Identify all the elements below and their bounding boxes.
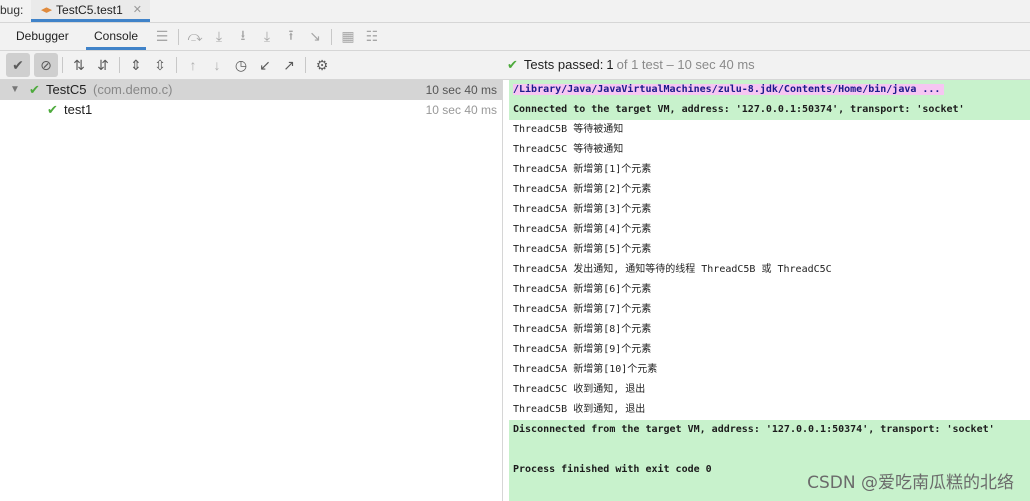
console-blank-line xyxy=(509,440,1030,460)
console-line: ThreadC5C 收到通知, 退出 xyxy=(513,384,646,395)
test-status: ✔ Tests passed: 1 of 1 test – 10 sec 40 … xyxy=(507,51,755,79)
test-runner-toolbar: ✔ ⊘ ⇅ ⇵ ⇕ ⇳ ↑ ↓ ◷ ↙ ↗ ⚙ ✔ Tests passed: … xyxy=(0,51,1030,80)
export-tests-icon[interactable]: ↗ xyxy=(277,53,301,77)
console-line: ThreadC5A 新增第[10]个元素 xyxy=(513,364,658,375)
check-icon: ✔ xyxy=(47,102,58,117)
console-line: ThreadC5A 新增第[8]个元素 xyxy=(513,324,652,335)
status-prefix: Tests passed: xyxy=(523,57,604,72)
trace-icon[interactable]: ☷ xyxy=(360,25,384,49)
console-line: ThreadC5A 新增第[1]个元素 xyxy=(513,164,652,175)
console-connected-line: Connected to the target VM, address: '12… xyxy=(509,100,1030,120)
console-command-line[interactable]: /Library/Java/JavaVirtualMachines/zulu-8… xyxy=(509,80,1030,100)
console-line: ThreadC5C 等待被通知 xyxy=(513,144,624,155)
check-icon: ✔ xyxy=(29,82,40,97)
run-tab-label: TestC5.test1 xyxy=(56,2,123,17)
force-step-into-icon[interactable]: ⤓ xyxy=(255,25,279,49)
console-disconnected-line: Disconnected from the target VM, address… xyxy=(509,420,1030,440)
evaluate-expression-icon[interactable]: ▦ xyxy=(336,25,360,49)
tree-row-testc5[interactable]: ▼ ✔ TestC5 (com.demo.c) 10 sec 40 ms xyxy=(0,80,502,100)
sort-by-duration-icon[interactable]: ⇵ xyxy=(91,53,115,77)
console-line: ThreadC5B 等待被通知 xyxy=(513,124,624,135)
import-tests-icon[interactable]: ↙ xyxy=(253,53,277,77)
console-line: ThreadC5B 收到通知, 退出 xyxy=(513,404,646,415)
console-line: ThreadC5A 新增第[5]个元素 xyxy=(513,244,652,255)
console-line: ThreadC5A 新增第[2]个元素 xyxy=(513,184,652,195)
show-passed-icon[interactable]: ✔ xyxy=(6,53,30,77)
toolbar-separator xyxy=(178,28,179,45)
tree-item-label: TestC5 xyxy=(46,82,87,97)
toolbar-separator xyxy=(62,57,63,73)
console-line: ThreadC5A 新增第[3]个元素 xyxy=(513,204,652,215)
test-run-icon: ◂▸ xyxy=(41,4,53,16)
sort-alphabetically-icon[interactable]: ⇅ xyxy=(67,53,91,77)
step-out-icon[interactable]: ⭱ xyxy=(279,25,303,49)
watermark: CSDN @爱吃南瓜糕的北络 xyxy=(807,473,1014,493)
console-line: ThreadC5A 新增第[9]个元素 xyxy=(513,344,652,355)
next-failed-icon[interactable]: ↓ xyxy=(205,53,229,77)
console-line: ThreadC5A 新增第[6]个元素 xyxy=(513,284,652,295)
show-ignored-icon[interactable]: ⊘ xyxy=(34,53,58,77)
duration: 10 sec 40 ms xyxy=(425,83,497,97)
run-to-cursor-icon[interactable]: ↘ xyxy=(303,25,327,49)
console-line: ThreadC5A 发出通知, 通知等待的线程 ThreadC5B 或 Thre… xyxy=(513,264,832,275)
tree-item-package: (com.demo.c) xyxy=(93,82,173,97)
expand-all-icon[interactable]: ⇕ xyxy=(124,53,148,77)
chevron-down-icon[interactable]: ▼ xyxy=(10,80,20,100)
status-rest: of 1 test – 10 sec 40 ms xyxy=(616,57,755,72)
step-over-icon[interactable]: ⤓ xyxy=(207,25,231,49)
collapse-all-icon[interactable]: ⇳ xyxy=(148,53,172,77)
debug-tool-label: bug: xyxy=(0,3,24,17)
toolbar-separator xyxy=(305,57,306,73)
console-line: ThreadC5A 新增第[7]个元素 xyxy=(513,304,652,315)
tab-debugger[interactable]: Debugger xyxy=(16,23,69,50)
toolbar-separator xyxy=(331,28,332,45)
run-tabbar: bug: ◂▸ TestC5.test1 ✕ xyxy=(0,0,1030,23)
toolbar-separator xyxy=(176,57,177,73)
console-output[interactable]: /Library/Java/JavaVirtualMachines/zulu-8… xyxy=(509,80,1030,501)
test-tree: ▼ ✔ TestC5 (com.demo.c) 10 sec 40 ms ✔ t… xyxy=(0,80,503,501)
close-icon[interactable]: ✕ xyxy=(133,3,142,16)
tab-console[interactable]: Console xyxy=(86,23,147,50)
status-count: 1 xyxy=(606,57,614,72)
test-history-icon[interactable]: ◷ xyxy=(229,53,253,77)
java-path-link[interactable]: /Library/Java/JavaVirtualMachines/zulu-8… xyxy=(513,84,945,95)
tree-item-label: test1 xyxy=(64,102,93,117)
show-execution-point-icon[interactable]: ⤼ xyxy=(183,25,207,49)
toolbar-separator xyxy=(119,57,120,73)
menu-icon[interactable]: ☰ xyxy=(150,25,174,49)
tree-row-test1[interactable]: ✔ test1 10 sec 40 ms xyxy=(0,100,502,120)
step-into-icon[interactable]: ⭳ xyxy=(231,25,255,49)
duration: 10 sec 40 ms xyxy=(425,103,497,117)
run-config-tab[interactable]: ◂▸ TestC5.test1 ✕ xyxy=(31,0,150,22)
check-icon: ✔ xyxy=(507,57,518,72)
previous-failed-icon[interactable]: ↑ xyxy=(181,53,205,77)
console-line: ThreadC5A 新增第[4]个元素 xyxy=(513,224,652,235)
debug-toolbar: Debugger Console ☰ ⤼ ⤓ ⭳ ⤓ ⭱ ↘ ▦ ☷ xyxy=(0,23,1030,51)
settings-icon[interactable]: ⚙ xyxy=(310,53,334,77)
